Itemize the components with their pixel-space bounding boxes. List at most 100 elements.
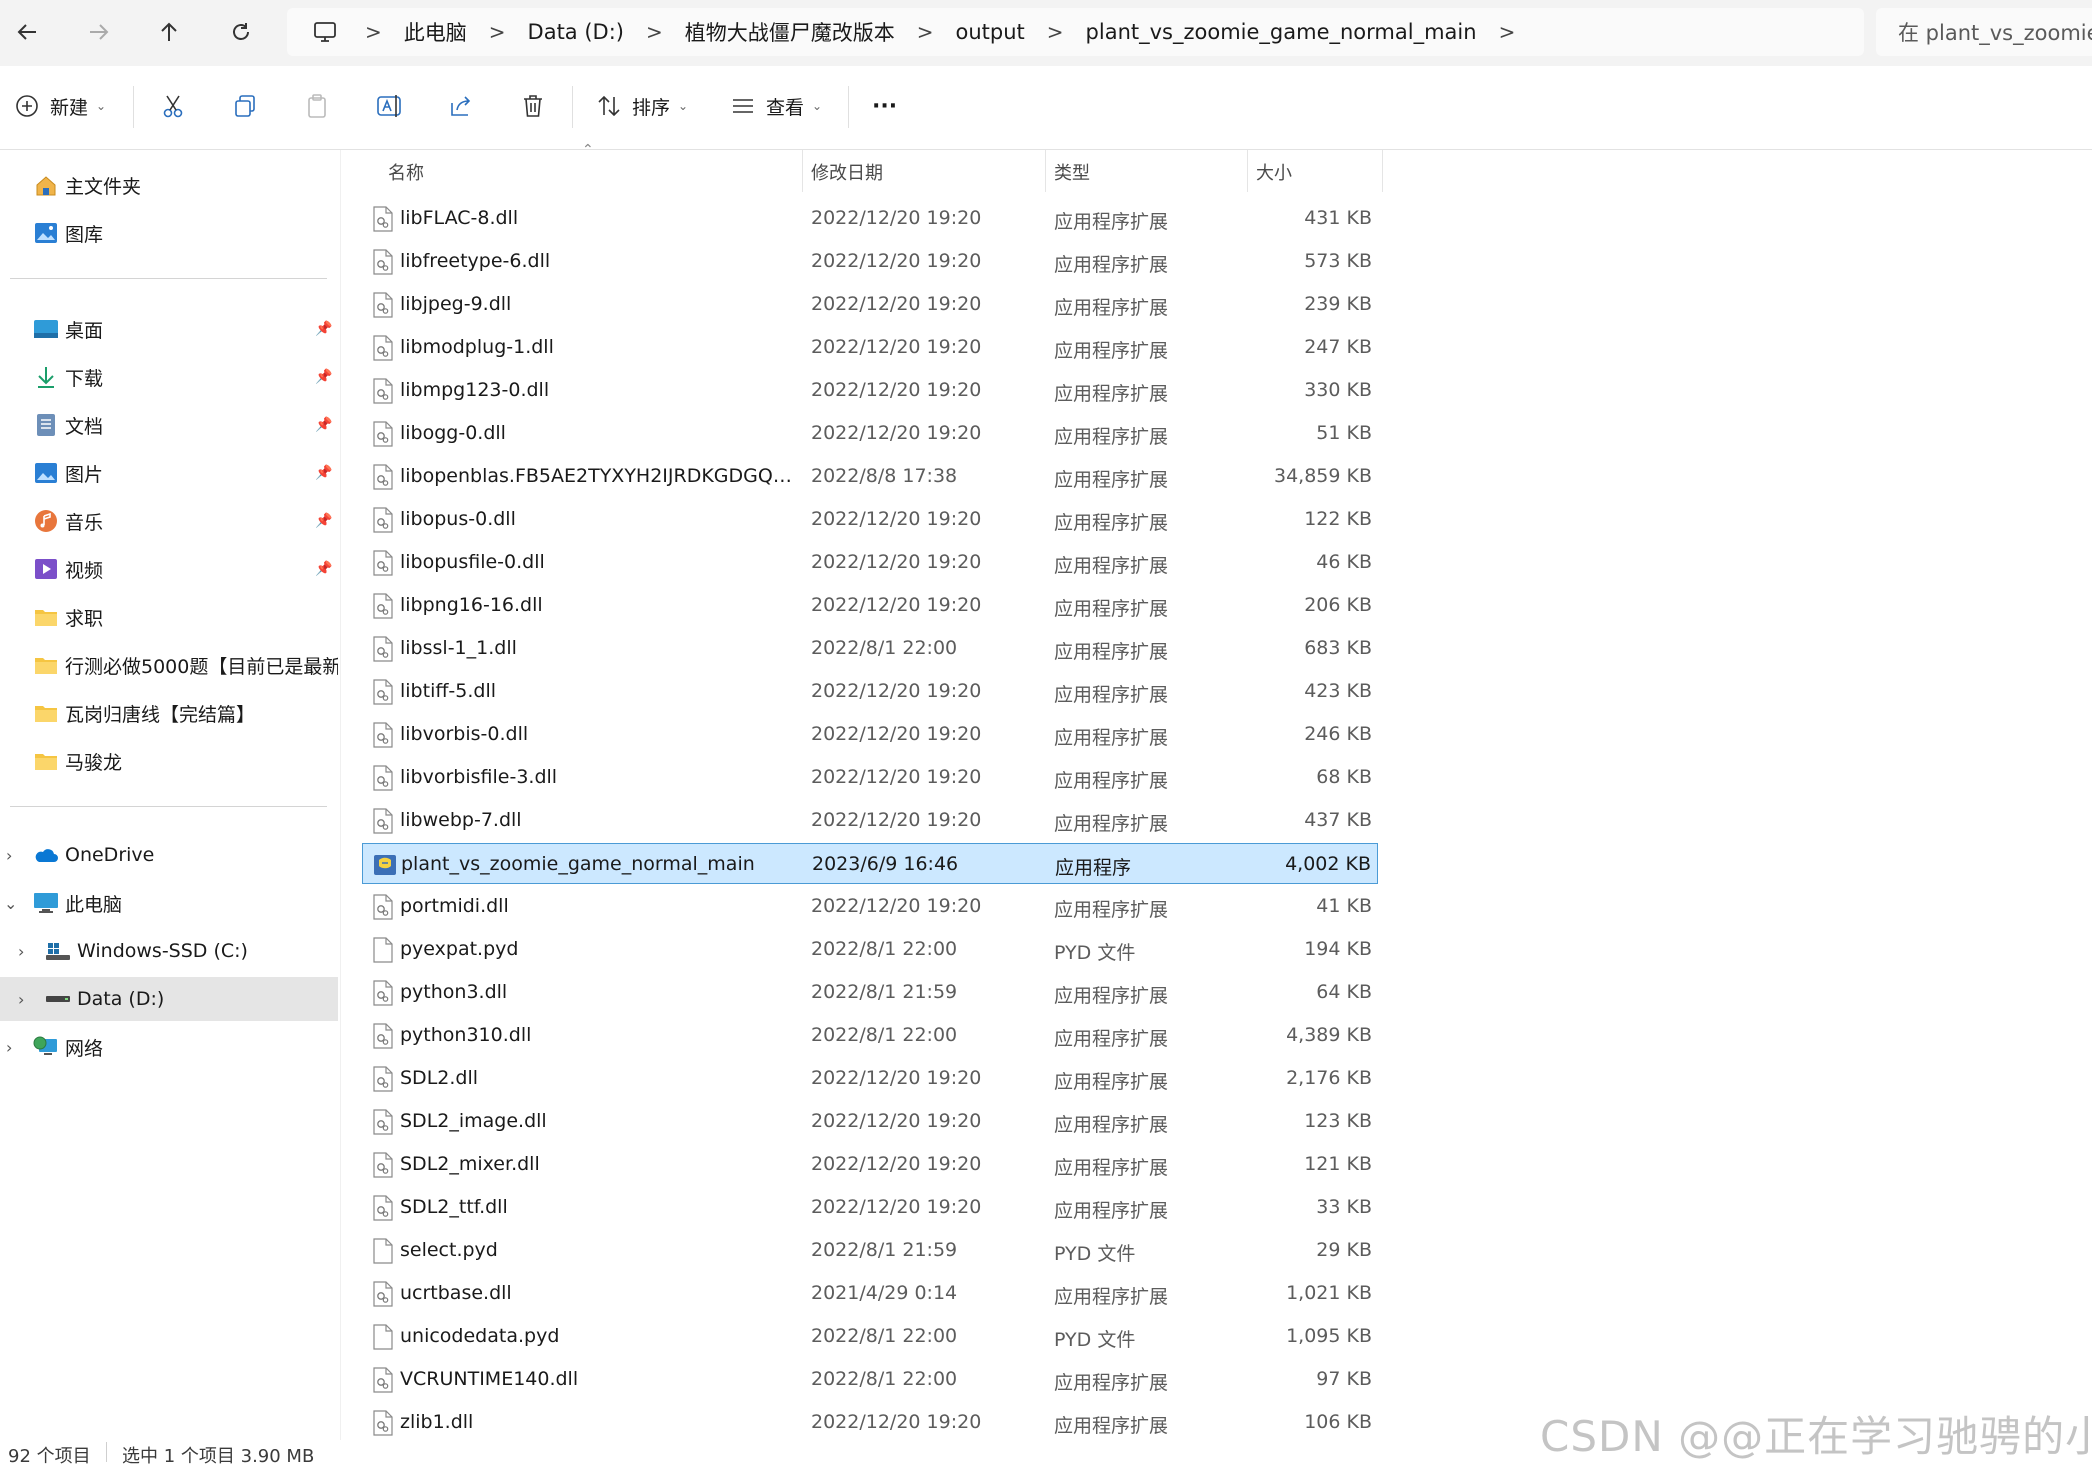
- sidebar-item-pictures[interactable]: 图片 📌: [0, 451, 338, 495]
- new-button[interactable]: 新建 ⌄: [14, 84, 106, 128]
- breadcrumb-current-folder[interactable]: plant_vs_zoomie_game_normal_main: [1082, 20, 1481, 44]
- file-row[interactable]: libmpg123-0.dll 2022/12/20 19:20 应用程序扩展 330…: [362, 370, 1378, 411]
- view-button[interactable]: 查看 ⌄: [730, 84, 822, 128]
- file-row[interactable]: SDL2_image.dll 2022/12/20 19:20 应用程序扩展 123 …: [362, 1101, 1378, 1142]
- cut-button[interactable]: [160, 84, 186, 128]
- chevron-down-icon[interactable]: ⌄: [4, 894, 17, 913]
- sidebar-item-folder-xingce[interactable]: 行测必做5000题【目前已是最新版: [0, 643, 338, 687]
- column-resize-handle[interactable]: [1045, 150, 1046, 192]
- sidebar-item-documents[interactable]: 文档 📌: [0, 403, 338, 447]
- file-row[interactable]: pyexpat.pyd 2022/8/1 22:00 PYD 文件 194 KB: [362, 929, 1378, 970]
- file-row[interactable]: SDL2_mixer.dll 2022/12/20 19:20 应用程序扩展 121 …: [362, 1144, 1378, 1185]
- rename-button[interactable]: [376, 84, 404, 128]
- file-row[interactable]: libogg-0.dll 2022/12/20 19:20 应用程序扩展 51 KB: [362, 413, 1378, 454]
- sidebar-item-drive-c[interactable]: › Windows-SSD (C:): [0, 929, 338, 973]
- file-row[interactable]: libjpeg-9.dll 2022/12/20 19:20 应用程序扩展 239 K…: [362, 284, 1378, 325]
- sidebar-item-network[interactable]: › 网络: [0, 1025, 338, 1069]
- file-row[interactable]: select.pyd 2022/8/1 21:59 PYD 文件 29 KB: [362, 1230, 1378, 1271]
- file-row[interactable]: libfreetype-6.dll 2022/12/20 19:20 应用程序扩展 5…: [362, 241, 1378, 282]
- sidebar-item-folder-majunlong[interactable]: 马骏龙: [0, 739, 338, 783]
- file-type: 应用程序扩展: [1054, 383, 1169, 405]
- desktop-icon: [33, 317, 59, 341]
- file-row[interactable]: libopus-0.dll 2022/12/20 19:20 应用程序扩展 122 K…: [362, 499, 1378, 540]
- sidebar-item-home[interactable]: 主文件夹: [0, 163, 338, 207]
- file-row[interactable]: libopenblas.FB5AE2TYXYH2IJRDKGDGQ3XB... 2…: [362, 456, 1378, 497]
- sidebar-item-folder-wagang[interactable]: 瓦岗归唐线【完结篇】: [0, 691, 338, 735]
- file-row[interactable]: SDL2.dll 2022/12/20 19:20 应用程序扩展 2,176 KB: [362, 1058, 1378, 1099]
- chevron-right-icon[interactable]: >: [1029, 20, 1082, 44]
- sidebar-item-desktop[interactable]: 桌面 📌: [0, 307, 338, 351]
- file-row[interactable]: VCRUNTIME140.dll 2022/8/1 22:00 应用程序扩展 97 K…: [362, 1359, 1378, 1400]
- file-row[interactable]: python3.dll 2022/8/1 21:59 应用程序扩展 64 KB: [362, 972, 1378, 1013]
- file-row[interactable]: ucrtbase.dll 2021/4/29 0:14 应用程序扩展 1,021 KB: [362, 1273, 1378, 1314]
- file-modified-date: 2022/12/20 19:20: [811, 1110, 982, 1132]
- more-options-button[interactable]: ···: [872, 84, 897, 128]
- file-row-selected[interactable]: plant_vs_zoomie_game_normal_main 2023/6/9…: [362, 843, 1378, 884]
- sort-button[interactable]: 排序 ⌄: [596, 84, 688, 128]
- file-row[interactable]: portmidi.dll 2022/12/20 19:20 应用程序扩展 41 KB: [362, 886, 1378, 927]
- chevron-right-icon[interactable]: ›: [6, 1038, 12, 1057]
- chevron-right-icon[interactable]: >: [471, 20, 524, 44]
- file-row[interactable]: libmodplug-1.dll 2022/12/20 19:20 应用程序扩展 24…: [362, 327, 1378, 368]
- chevron-right-icon[interactable]: >: [899, 20, 952, 44]
- breadcrumb-output[interactable]: output: [952, 20, 1029, 44]
- pin-icon[interactable]: 📌: [315, 369, 332, 385]
- sidebar-item-music[interactable]: 音乐 📌: [0, 499, 338, 543]
- back-button[interactable]: [4, 12, 50, 52]
- pin-icon[interactable]: 📌: [315, 465, 332, 481]
- file-row[interactable]: libwebp-7.dll 2022/12/20 19:20 应用程序扩展 437 K…: [362, 800, 1378, 841]
- chevron-right-icon[interactable]: ›: [6, 846, 12, 865]
- chevron-right-icon[interactable]: ›: [18, 942, 24, 961]
- sidebar-item-label: Windows-SSD (C:): [77, 940, 248, 962]
- file-row[interactable]: python310.dll 2022/8/1 22:00 应用程序扩展 4,389 K…: [362, 1015, 1378, 1056]
- forward-button[interactable]: [76, 12, 122, 52]
- column-resize-handle[interactable]: [1382, 150, 1383, 192]
- breadcrumb-this-pc[interactable]: 此电脑: [400, 17, 471, 47]
- chevron-right-icon[interactable]: ›: [18, 990, 24, 1009]
- column-header-name[interactable]: 名称: [388, 150, 424, 194]
- chevron-right-icon[interactable]: >: [347, 20, 400, 44]
- file-row[interactable]: libopusfile-0.dll 2022/12/20 19:20 应用程序扩展 4…: [362, 542, 1378, 583]
- column-header-date[interactable]: 修改日期: [811, 150, 883, 194]
- column-header-size[interactable]: 大小: [1256, 150, 1292, 194]
- file-row[interactable]: unicodedata.pyd 2022/8/1 22:00 PYD 文件 1,095…: [362, 1316, 1378, 1357]
- sidebar-item-gallery[interactable]: 图库: [0, 211, 338, 255]
- file-row[interactable]: libssl-1_1.dll 2022/8/1 22:00 应用程序扩展 683 KB: [362, 628, 1378, 669]
- up-button[interactable]: [146, 12, 192, 52]
- file-row[interactable]: libFLAC-8.dll 2022/12/20 19:20 应用程序扩展 431 K…: [362, 198, 1378, 239]
- sidebar-item-videos[interactable]: 视频 📌: [0, 547, 338, 591]
- search-input[interactable]: 在 plant_vs_zoomie_g: [1876, 8, 2092, 56]
- pin-icon[interactable]: 📌: [315, 417, 332, 433]
- file-row[interactable]: libvorbisfile-3.dll 2022/12/20 19:20 应用程序扩…: [362, 757, 1378, 798]
- sidebar-item-drive-d[interactable]: › Data (D:): [0, 977, 338, 1021]
- file-row[interactable]: libtiff-5.dll 2022/12/20 19:20 应用程序扩展 423 K…: [362, 671, 1378, 712]
- sidebar-item-this-pc[interactable]: ⌄ 此电脑: [0, 881, 338, 925]
- sidebar-item-folder-qiuzhi[interactable]: 求职: [0, 595, 338, 639]
- file-row[interactable]: libpng16-16.dll 2022/12/20 19:20 应用程序扩展 206…: [362, 585, 1378, 626]
- column-header-type[interactable]: 类型: [1054, 150, 1090, 194]
- file-size: 1,021 KB: [1286, 1282, 1372, 1304]
- file-row[interactable]: SDL2_ttf.dll 2022/12/20 19:20 应用程序扩展 33 KB: [362, 1187, 1378, 1228]
- share-button[interactable]: [448, 84, 474, 128]
- pin-icon[interactable]: 📌: [315, 513, 332, 529]
- computer-icon[interactable]: [303, 12, 347, 52]
- up-arrow-icon: [161, 22, 177, 41]
- breadcrumb[interactable]: > 此电脑 > Data (D:) > 植物大战僵尸魔改版本 > output …: [287, 8, 1864, 56]
- file-size: 68 KB: [1316, 766, 1372, 788]
- delete-button[interactable]: [520, 84, 546, 128]
- paste-button[interactable]: [304, 84, 330, 128]
- refresh-button[interactable]: [218, 12, 264, 52]
- column-resize-handle[interactable]: [802, 150, 803, 192]
- breadcrumb-data-drive[interactable]: Data (D:): [524, 20, 628, 44]
- file-row[interactable]: libvorbis-0.dll 2022/12/20 19:20 应用程序扩展 246…: [362, 714, 1378, 755]
- sidebar-item-onedrive[interactable]: › OneDrive: [0, 833, 338, 877]
- file-row[interactable]: zlib1.dll 2022/12/20 19:20 应用程序扩展 106 KB: [362, 1402, 1378, 1443]
- column-resize-handle[interactable]: [1247, 150, 1248, 192]
- chevron-right-icon[interactable]: >: [628, 20, 681, 44]
- pin-icon[interactable]: 📌: [315, 321, 332, 337]
- sidebar-item-downloads[interactable]: 下载 📌: [0, 355, 338, 399]
- breadcrumb-pvz-folder[interactable]: 植物大战僵尸魔改版本: [681, 17, 899, 47]
- copy-button[interactable]: [232, 84, 258, 128]
- pin-icon[interactable]: 📌: [315, 561, 332, 577]
- chevron-right-icon[interactable]: >: [1481, 20, 1534, 44]
